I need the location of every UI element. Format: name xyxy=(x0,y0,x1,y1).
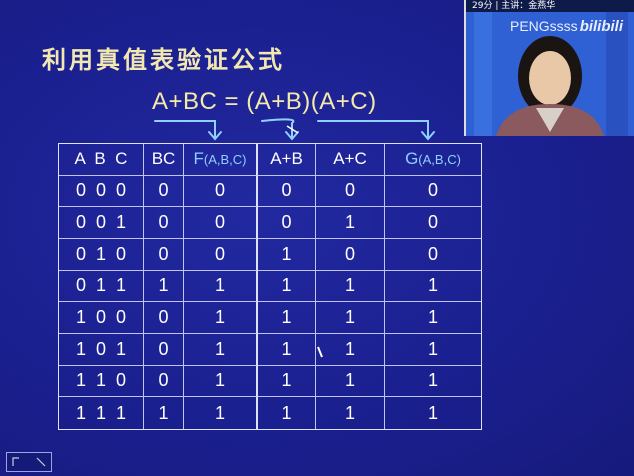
table-cell: 0 xyxy=(385,239,481,271)
control-icon xyxy=(12,457,46,467)
table-cell: 1 xyxy=(316,302,385,334)
table-cell: 0 xyxy=(316,238,385,271)
table-cell: 1 xyxy=(316,397,385,429)
table-cell: 1 1 1 xyxy=(59,397,144,429)
table-cell: 1 xyxy=(316,207,385,239)
bilibili-logo: bilibili xyxy=(579,18,624,35)
header-label: G xyxy=(405,149,419,169)
table-cell: 1 xyxy=(316,365,385,398)
header-cell: A+B xyxy=(258,144,316,176)
table-cell: 1 xyxy=(184,365,258,398)
table-cell: 1 xyxy=(258,302,316,334)
table-cell: 0 xyxy=(184,238,258,271)
truth-table: A B C BC F (A,B,C) A+B A+C G (A,B,C) 0 0 0000000… xyxy=(58,143,482,430)
header-cell: F (A,B,C) xyxy=(184,144,258,176)
table-cell: 0 0 1 xyxy=(59,207,144,239)
table-cell: 1 xyxy=(258,365,316,398)
table-cell: 1 xyxy=(385,334,481,366)
table-cell: 1 xyxy=(258,333,316,366)
table-cell: 0 xyxy=(144,238,184,271)
table-cell: 0 xyxy=(316,175,385,208)
table-cell: 1 xyxy=(184,302,258,334)
table-cell: 1 xyxy=(385,366,481,398)
webcam-caption: 29分 | 主讲：金燕华 xyxy=(466,0,634,12)
watermark: PENGssss bilibili xyxy=(510,18,623,35)
watermark-text: PENGssss xyxy=(510,18,578,34)
header-cell: G (A,B,C) xyxy=(385,144,481,176)
header-label: A B C xyxy=(74,149,128,169)
table-cell: 0 xyxy=(258,207,316,239)
webcam-overlay: 29分 | 主讲：金燕华 PENGssss bilibili xyxy=(464,0,634,136)
table-cell: 0 xyxy=(144,207,184,239)
table-cell: 1 1 0 xyxy=(59,365,144,398)
table-cell: 0 xyxy=(144,175,184,208)
table-cell: 1 xyxy=(258,397,316,429)
header-cell: A+C xyxy=(316,144,385,176)
table-cell: 1 xyxy=(258,238,316,271)
table-cell: 1 xyxy=(184,397,258,429)
table-cell: 1 xyxy=(385,302,481,334)
table-cell: 0 1 0 xyxy=(59,238,144,271)
slide: 利用真值表验证公式 A+BC = (A+B)(A+C) A B C BC F (A,B… xyxy=(0,0,634,476)
table-cell: 1 xyxy=(427,402,438,423)
header-sublabel: (A,B,C) xyxy=(203,151,247,167)
table-cell: 1 xyxy=(258,270,316,303)
header-label: F xyxy=(193,149,204,169)
table-cell: 1 xyxy=(144,397,184,429)
header-cell: BC xyxy=(144,144,184,176)
table-cell: 1 xyxy=(144,270,184,303)
header-cell: A B C xyxy=(59,144,144,176)
table-cell: 0 0 0 xyxy=(59,175,144,208)
table-cell: 0 xyxy=(144,302,184,334)
table-cell: 0 xyxy=(385,176,481,208)
header-sublabel: (A,B,C) xyxy=(418,151,461,167)
header-label: A+C xyxy=(333,149,367,169)
table-cell: 1 xyxy=(316,270,385,303)
table-cell: 0 xyxy=(385,207,481,239)
table-cell: 0 xyxy=(184,207,258,239)
header-label: BC xyxy=(151,149,176,169)
table-cell: 0 xyxy=(144,365,184,398)
table-cell: 1 xyxy=(184,333,258,366)
table-cell: 0 xyxy=(184,175,258,208)
table-cell: 0 1 1 xyxy=(59,270,144,303)
player-corner-button[interactable] xyxy=(6,452,52,472)
table-cell: 0 xyxy=(144,333,184,366)
table-cell: 1 xyxy=(184,270,258,303)
header-label: A+B xyxy=(270,149,303,169)
table-cell: 1 xyxy=(385,271,481,303)
table-cell: 0 xyxy=(258,175,316,208)
mouse-cursor xyxy=(317,346,323,358)
table-cell: 1 0 0 xyxy=(59,302,144,334)
table-cell: 1 0 1 xyxy=(59,333,144,366)
